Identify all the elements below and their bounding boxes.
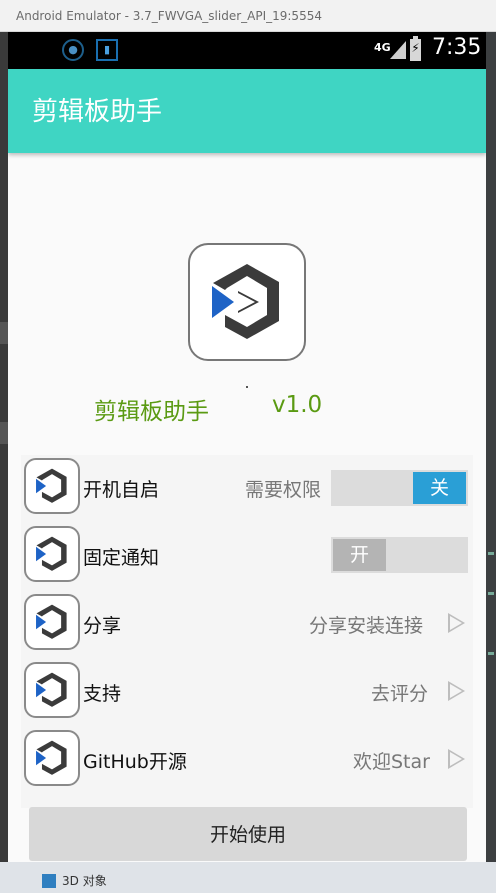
app-logo-icon [24,662,80,718]
settings-row-autostart[interactable]: 开机自启 需要权限 关 [21,455,473,521]
settings-row-label: GitHub开源 [83,751,187,773]
chevron-right-icon [448,749,465,769]
settings-list: 开机自启 需要权限 关 固定通知 开 分享 分享安装连接 支持 去评分 GitH… [21,455,473,808]
desktop-mark [488,552,494,555]
autostart-toggle[interactable]: 关 [331,470,468,506]
settings-row-value: 欢迎Star [353,751,430,773]
chevron-right-icon [448,613,465,633]
toggle-knob: 关 [413,472,466,504]
status-bar: ● ▮ 4G 7:35 [8,32,486,69]
app-logo-icon [24,594,80,650]
signal-icon [390,41,406,59]
start-button[interactable]: 开始使用 [29,807,467,861]
app-bar: 剪辑板助手 [8,69,486,153]
row-logo-graphic [36,536,67,571]
settings-row-value: 需要权限 [245,479,322,501]
pin-notification-toggle[interactable]: 开 [331,537,468,573]
row-logo-graphic [36,604,67,639]
settings-row-pin-notification[interactable]: 固定通知 开 [21,523,473,589]
settings-row-github[interactable]: GitHub开源 欢迎Star [21,727,473,793]
toggle-knob: 开 [333,539,386,571]
emulator-titlebar: Android Emulator - 3.7_FWVGA_slider_API_… [0,0,496,32]
settings-row-label: 分享 [83,615,122,637]
settings-row-value: 去评分 [371,683,429,705]
app-logo-icon [24,526,80,582]
taskbar-label[interactable]: 3D 对象 [62,872,107,889]
settings-row-value: 分享安装连接 [309,615,424,637]
app-bar-title: 剪辑板助手 [32,97,163,127]
desktop-strip [0,422,8,444]
settings-row-label: 支持 [83,683,122,705]
desktop-strip [0,322,8,344]
desktop-left-edge [0,32,8,893]
app-logo-icon [24,458,80,514]
desktop-taskbar: 3D 对象 [0,862,496,893]
app-logo-graphic [212,264,279,339]
folder-icon[interactable] [42,874,56,888]
about-app-version: v1.0 [272,392,323,418]
status-time: 7:35 [432,35,482,60]
app-logo-icon [188,243,306,361]
about-app-name: 剪辑板助手 [94,399,209,425]
settings-row-share[interactable]: 分享 分享安装连接 [21,591,473,657]
desktop-mark [488,652,494,655]
app-logo-icon [24,730,80,786]
settings-row-label: 固定通知 [83,547,160,569]
network-type: 4G [374,41,391,54]
notification-app-icon: ● [62,39,84,61]
phone-screen: ● ▮ 4G 7:35 剪辑板助手 剪辑板助手 v1.0 开机自启 需要权限 [8,32,486,862]
battery-charging-icon [410,36,421,61]
desktop-right-edge [486,32,496,893]
notification-sim-icon: ▮ [96,39,118,61]
decorative-dot [246,386,248,388]
settings-row-support[interactable]: 支持 去评分 [21,659,473,725]
emulator-title: Android Emulator - 3.7_FWVGA_slider_API_… [16,8,322,23]
settings-row-label: 开机自启 [83,479,160,501]
row-logo-graphic [36,672,67,707]
desktop-mark [488,592,494,595]
row-logo-graphic [36,740,67,775]
chevron-right-icon [448,681,465,701]
row-logo-graphic [36,468,67,503]
